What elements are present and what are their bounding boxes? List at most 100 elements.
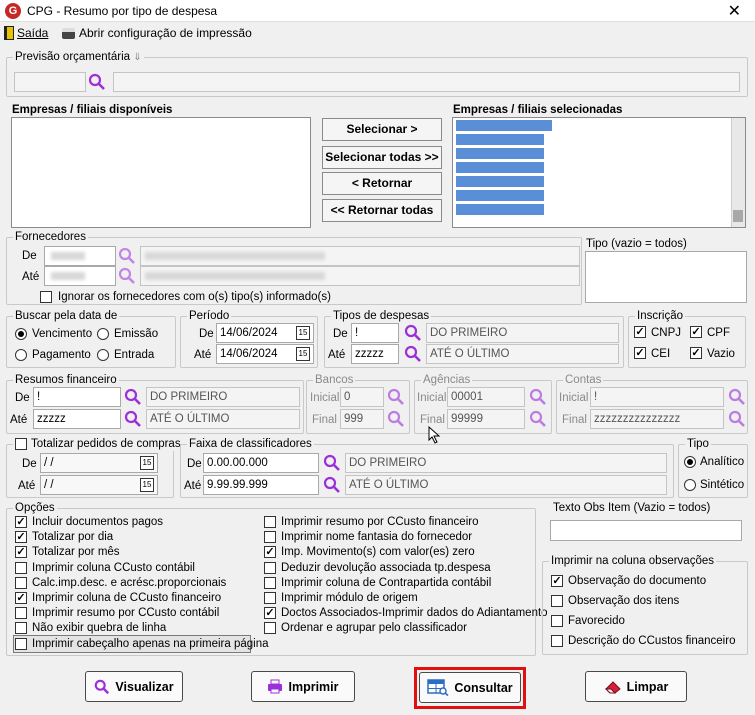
calendar-icon[interactable]: 15 bbox=[140, 456, 154, 470]
cnpj-checkbox[interactable]: ✓ bbox=[634, 326, 646, 338]
resumos-ate-input[interactable]: zzzzz bbox=[33, 409, 121, 429]
calendar-icon[interactable]: 15 bbox=[140, 478, 154, 492]
pagamento-radio[interactable] bbox=[15, 349, 27, 361]
tipos-de-desc: DO PRIMEIRO bbox=[426, 323, 619, 343]
option-checkbox[interactable] bbox=[264, 622, 276, 635]
search-icon[interactable] bbox=[124, 388, 142, 406]
search-icon[interactable] bbox=[387, 410, 405, 428]
option-checkbox[interactable] bbox=[264, 561, 276, 574]
cpf-checkbox[interactable]: ✓ bbox=[690, 326, 702, 338]
list-item[interactable] bbox=[456, 120, 552, 131]
list-item[interactable] bbox=[456, 190, 544, 201]
imprimir-button[interactable]: Imprimir bbox=[251, 671, 355, 702]
ignore-fornecedores-checkbox[interactable] bbox=[40, 291, 52, 303]
option-checkbox[interactable] bbox=[15, 607, 27, 620]
scrollbar-thumb[interactable] bbox=[733, 210, 743, 222]
option-checkbox[interactable] bbox=[15, 622, 27, 635]
option-checkbox[interactable] bbox=[264, 531, 276, 544]
limpar-button[interactable]: Limpar bbox=[585, 671, 687, 702]
return-button[interactable]: < Retornar bbox=[322, 172, 442, 195]
contas-inicial-input[interactable]: ! bbox=[590, 387, 724, 407]
agencias-final-label: Final bbox=[420, 414, 445, 426]
faixa-ate-input[interactable]: 9.99.99.999 bbox=[203, 475, 319, 495]
search-icon[interactable] bbox=[118, 267, 136, 285]
bancos-label: Bancos bbox=[313, 373, 356, 387]
print-config-menu[interactable]: Abrir configuração de impressão bbox=[62, 26, 252, 40]
search-icon[interactable] bbox=[404, 324, 422, 342]
obs-checkbox[interactable]: ✓ bbox=[551, 575, 563, 587]
list-item[interactable] bbox=[456, 176, 544, 187]
emissao-radio[interactable] bbox=[97, 328, 109, 340]
selected-companies-list[interactable] bbox=[452, 117, 746, 228]
available-companies-list[interactable] bbox=[11, 117, 311, 228]
resumos-de-input[interactable]: ! bbox=[33, 387, 121, 407]
search-icon[interactable] bbox=[88, 73, 106, 91]
list-item[interactable] bbox=[456, 148, 544, 159]
search-icon[interactable] bbox=[529, 388, 547, 406]
option-checkbox[interactable]: ✓ bbox=[15, 516, 27, 528]
option-checkbox[interactable] bbox=[15, 637, 27, 650]
tipo-vazio-input[interactable] bbox=[585, 251, 747, 303]
option-checkbox[interactable]: ✓ bbox=[15, 531, 27, 544]
search-icon[interactable] bbox=[323, 476, 341, 494]
print-config-label: Abrir configuração de impressão bbox=[79, 26, 252, 40]
option-checkbox[interactable]: ✓ bbox=[264, 607, 276, 620]
bancos-inicial-input[interactable]: 0 bbox=[340, 387, 384, 407]
option-label: Imprimir coluna CCusto contábil bbox=[32, 561, 195, 574]
option-checkbox[interactable]: ✓ bbox=[15, 546, 27, 559]
visualizar-button[interactable]: Visualizar bbox=[85, 671, 183, 702]
obs-checkbox[interactable] bbox=[551, 615, 563, 627]
obs-checkbox[interactable] bbox=[551, 635, 563, 647]
totalizar-checkbox[interactable] bbox=[15, 438, 27, 450]
option-checkbox[interactable]: ✓ bbox=[15, 592, 27, 604]
search-icon[interactable] bbox=[387, 388, 405, 406]
return-all-button[interactable]: << Retornar todas bbox=[322, 199, 442, 222]
fornecedor-de-input[interactable] bbox=[44, 246, 116, 266]
list-item[interactable] bbox=[456, 162, 544, 173]
calendar-icon[interactable]: 15 bbox=[296, 326, 310, 340]
close-button[interactable]: ✕ bbox=[728, 1, 741, 21]
vencimento-radio[interactable] bbox=[15, 328, 27, 340]
option-checkbox[interactable] bbox=[264, 516, 276, 528]
entrada-radio[interactable] bbox=[97, 349, 109, 361]
search-icon[interactable] bbox=[728, 388, 746, 406]
app-logo-icon: G bbox=[5, 3, 21, 19]
search-icon[interactable] bbox=[728, 410, 746, 428]
tipos-de-input[interactable]: ! bbox=[351, 323, 399, 343]
list-item[interactable] bbox=[456, 204, 544, 215]
calendar-icon[interactable]: 15 bbox=[296, 347, 310, 361]
fornecedor-ate-input[interactable] bbox=[44, 266, 116, 286]
option-label: Imprimir resumo por CCusto contábil bbox=[32, 607, 220, 620]
previsao-code-input[interactable] bbox=[14, 72, 86, 92]
exit-menu[interactable]: Saída bbox=[4, 26, 48, 40]
search-icon[interactable] bbox=[124, 410, 142, 428]
emissao-label: Emissão bbox=[114, 328, 159, 340]
option-checkbox[interactable] bbox=[15, 576, 27, 589]
tipos-ate-label: Até bbox=[328, 349, 346, 361]
texto-obs-input[interactable] bbox=[550, 520, 742, 541]
list-item[interactable] bbox=[456, 134, 544, 145]
search-icon[interactable] bbox=[529, 410, 547, 428]
sintetico-radio[interactable] bbox=[684, 479, 696, 491]
faixa-de-input[interactable]: 0.00.00.000 bbox=[203, 453, 319, 473]
option-checkbox[interactable] bbox=[264, 592, 276, 604]
option-checkbox[interactable]: ✓ bbox=[264, 546, 276, 559]
agencias-inicial-input[interactable]: 00001 bbox=[447, 387, 525, 407]
contas-final-input[interactable]: zzzzzzzzzzzzzzz bbox=[590, 409, 724, 429]
select-all-button[interactable]: Selecionar todas >> bbox=[322, 146, 442, 169]
agencias-final-input[interactable]: 99999 bbox=[447, 409, 525, 429]
analitico-radio[interactable] bbox=[684, 456, 696, 468]
obs-checkbox[interactable] bbox=[551, 595, 563, 607]
option-checkbox[interactable] bbox=[264, 576, 276, 589]
select-button[interactable]: Selecionar > bbox=[322, 118, 442, 141]
tipos-ate-input[interactable]: zzzzz bbox=[351, 344, 399, 364]
obs-label: Favorecido bbox=[568, 615, 625, 627]
search-icon[interactable] bbox=[323, 454, 341, 472]
bancos-final-input[interactable]: 999 bbox=[340, 409, 384, 429]
option-checkbox[interactable] bbox=[15, 561, 27, 574]
search-icon[interactable] bbox=[404, 345, 422, 363]
consultar-button[interactable]: Consultar bbox=[419, 672, 521, 703]
vazio-checkbox[interactable]: ✓ bbox=[690, 347, 702, 359]
cei-checkbox[interactable]: ✓ bbox=[634, 347, 646, 359]
search-icon[interactable] bbox=[118, 247, 136, 265]
